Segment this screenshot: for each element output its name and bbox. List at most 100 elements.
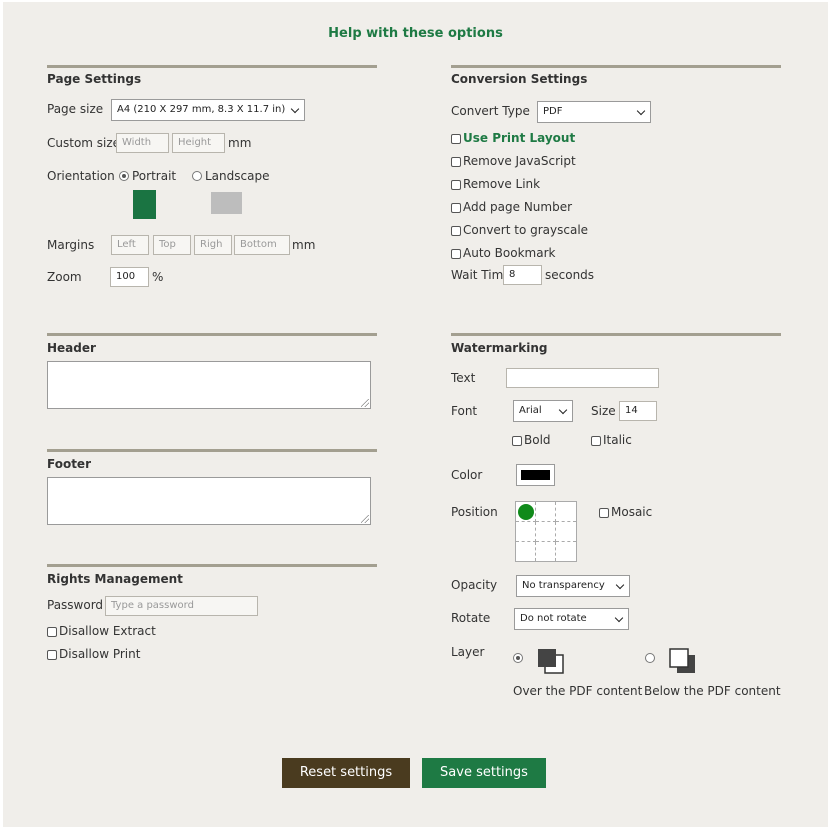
reset-settings-button[interactable]: Reset settings [282, 758, 410, 788]
margins-unit: mm [292, 238, 316, 252]
section-divider [451, 333, 781, 336]
size-input[interactable]: 14 [619, 401, 657, 421]
use-print-layout-label: Use Print Layout [463, 131, 576, 145]
save-settings-button[interactable]: Save settings [422, 758, 546, 788]
portrait-radio[interactable] [119, 171, 129, 181]
bold-label: Bold [524, 433, 551, 447]
add-page-number-checkbox[interactable] [451, 203, 461, 213]
custom-size-unit: mm [228, 136, 252, 150]
remove-link-label: Remove Link [463, 177, 541, 191]
remove-javascript-label: Remove JavaScript [463, 154, 576, 168]
rights-management-title: Rights Management [47, 572, 183, 586]
watermarking-title: Watermarking [451, 341, 548, 355]
disallow-extract-checkbox[interactable] [47, 627, 57, 637]
add-page-number-label: Add page Number [463, 200, 573, 214]
page-size-select[interactable]: A4 (210 X 297 mm, 8.3 X 11.7 in) [111, 99, 305, 121]
layer-over-icon[interactable] [536, 647, 566, 675]
conversion-settings-title: Conversion Settings [451, 72, 588, 86]
position-cell[interactable] [556, 522, 576, 542]
header-title: Header [47, 341, 96, 355]
position-cell[interactable] [536, 502, 556, 522]
section-divider [47, 564, 377, 567]
disallow-extract-label: Disallow Extract [59, 624, 156, 638]
margins-label: Margins [47, 238, 95, 252]
watermark-text-label: Text [451, 371, 476, 385]
resize-grip-icon[interactable] [361, 399, 369, 407]
position-label: Position [451, 505, 498, 519]
landscape-preview-icon[interactable] [211, 192, 242, 214]
section-divider [451, 65, 781, 68]
header-textarea[interactable] [47, 361, 371, 409]
orientation-label: Orientation [47, 169, 115, 183]
section-divider [47, 449, 377, 452]
custom-size-label: Custom size [47, 136, 121, 150]
page-size-label: Page size [47, 102, 104, 116]
position-marker-icon [518, 504, 534, 520]
section-divider [47, 333, 377, 336]
use-print-layout-checkbox[interactable] [451, 134, 461, 144]
convert-grayscale-checkbox[interactable] [451, 226, 461, 236]
color-picker[interactable] [516, 464, 555, 486]
custom-width-input[interactable]: Width [116, 133, 169, 153]
password-label: Password [47, 598, 104, 612]
landscape-label: Landscape [205, 169, 270, 183]
bold-checkbox[interactable] [512, 436, 522, 446]
layer-below-label: Below the PDF content [644, 684, 781, 698]
portrait-label: Portrait [132, 169, 177, 183]
help-link[interactable]: Help with these options [3, 26, 828, 41]
layer-below-icon[interactable] [668, 647, 698, 675]
disallow-print-checkbox[interactable] [47, 650, 57, 660]
margin-bottom-input[interactable]: Bottom [234, 235, 290, 255]
position-cell[interactable] [536, 542, 556, 561]
layer-over-label: Over the PDF content [513, 684, 643, 698]
auto-bookmark-label: Auto Bookmark [463, 246, 556, 260]
rotate-label: Rotate [451, 611, 491, 625]
italic-checkbox[interactable] [591, 436, 601, 446]
wait-time-input[interactable]: 8 [503, 265, 542, 285]
password-input[interactable]: Type a password [105, 596, 258, 616]
rotate-select[interactable]: Do not rotate [514, 608, 629, 630]
section-divider [47, 65, 377, 68]
wait-time-unit: seconds [545, 268, 595, 282]
margin-left-input[interactable]: Left [111, 235, 149, 255]
position-cell[interactable] [516, 522, 536, 542]
footer-textarea[interactable] [47, 477, 371, 525]
mosaic-label: Mosaic [611, 505, 653, 519]
color-swatch [521, 470, 550, 480]
disallow-print-label: Disallow Print [59, 647, 141, 661]
margin-top-input[interactable]: Top [153, 235, 191, 255]
resize-grip-icon[interactable] [361, 515, 369, 523]
opacity-select[interactable]: No transparency [516, 575, 630, 597]
convert-type-label: Convert Type [451, 104, 530, 118]
portrait-preview-icon[interactable] [133, 190, 156, 219]
custom-height-input[interactable]: Height [172, 133, 225, 153]
settings-panel: Help with these options Page Settings Pa… [3, 2, 828, 827]
convert-type-select[interactable]: PDF [537, 101, 651, 123]
position-cell[interactable] [536, 522, 556, 542]
wait-time-label: Wait Time [451, 268, 511, 282]
watermark-text-input[interactable] [506, 368, 659, 388]
zoom-label: Zoom [47, 270, 82, 284]
opacity-label: Opacity [451, 578, 498, 592]
layer-over-radio[interactable] [513, 653, 523, 663]
position-grid[interactable] [515, 501, 577, 562]
color-label: Color [451, 468, 483, 482]
position-cell[interactable] [516, 542, 536, 561]
layer-below-radio[interactable] [645, 653, 655, 663]
margin-right-input[interactable]: Righ [194, 235, 232, 255]
remove-link-checkbox[interactable] [451, 180, 461, 190]
page-settings-title: Page Settings [47, 72, 142, 86]
font-select[interactable]: Arial [513, 400, 573, 422]
remove-javascript-checkbox[interactable] [451, 157, 461, 167]
italic-label: Italic [603, 433, 632, 447]
auto-bookmark-checkbox[interactable] [451, 249, 461, 259]
mosaic-checkbox[interactable] [599, 508, 609, 518]
convert-grayscale-label: Convert to grayscale [463, 223, 589, 237]
zoom-input[interactable]: 100 [110, 267, 149, 287]
landscape-radio[interactable] [192, 171, 202, 181]
zoom-unit: % [152, 270, 164, 284]
size-label: Size [591, 404, 616, 418]
position-cell[interactable] [556, 502, 576, 522]
font-label: Font [451, 404, 478, 418]
layer-label: Layer [451, 645, 485, 659]
